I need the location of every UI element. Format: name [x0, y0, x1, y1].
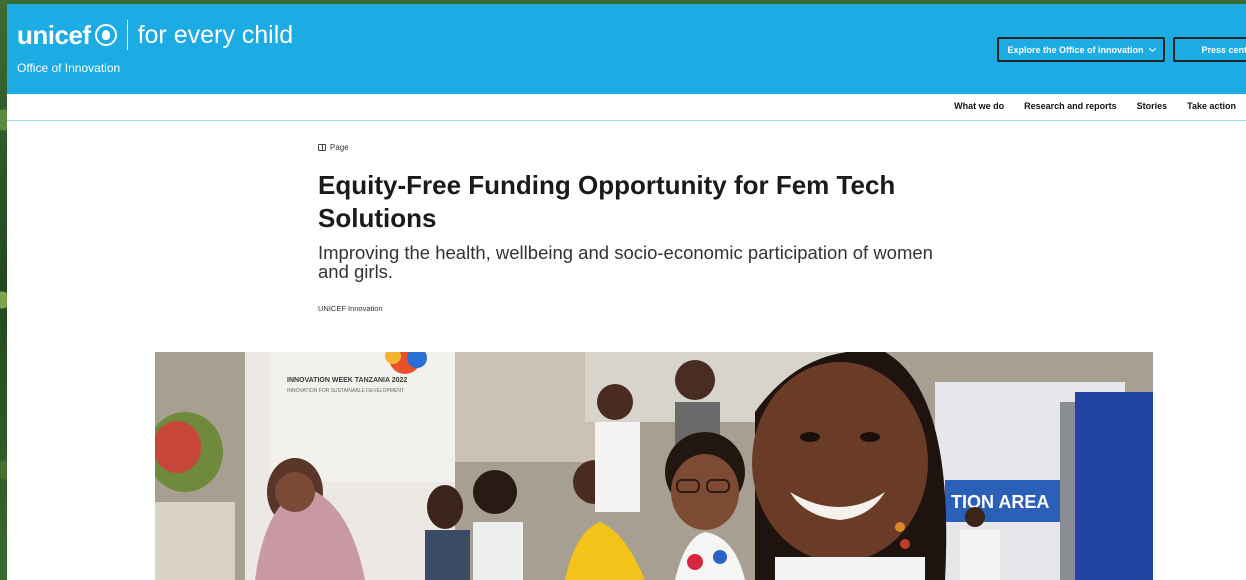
nav-stories[interactable]: Stories: [1137, 101, 1168, 111]
content-type-tag: Page: [318, 143, 349, 152]
nav-what-we-do[interactable]: What we do: [954, 101, 1004, 111]
area-sign: TION AREA: [945, 480, 1065, 522]
nav-research-reports[interactable]: Research and reports: [1024, 101, 1117, 111]
unicef-emblem-icon: [94, 24, 117, 46]
page-icon: [318, 144, 326, 151]
press-centre-label: Press cent: [1201, 44, 1246, 55]
page-subtitle: Improving the health, wellbeing and soci…: [318, 242, 933, 282]
brand-name: unicef: [17, 20, 91, 50]
banner-subtext: INNOVATION FOR SUSTAINABLE DEVELOPMENT: [287, 388, 404, 394]
secondary-nav-items: What we do Research and reports Stories …: [954, 101, 1236, 111]
logo-divider: [126, 20, 128, 50]
secondary-nav: What we do Research and reports Stories …: [7, 94, 1246, 121]
browser-page: unicef for every child Office of Innovat…: [7, 4, 1246, 580]
explore-office-label: Explore the Office of innovation: [1007, 44, 1144, 55]
page-title: Equity-Free Funding Opportunity for Fem …: [318, 170, 896, 233]
site-header: unicef for every child Office of Innovat…: [7, 4, 1246, 94]
hero-photo: INNOVATION WEEK TANZANIA 2022 INNOVATION…: [155, 352, 1153, 580]
nav-take-action[interactable]: Take action: [1187, 101, 1236, 111]
office-label[interactable]: Office of Innovation: [17, 61, 120, 75]
area-sign-text: TION AREA: [951, 492, 1049, 512]
content-type-label: Page: [330, 143, 349, 152]
explore-office-button[interactable]: Explore the Office of innovation: [997, 37, 1165, 62]
press-centre-button[interactable]: Press cent: [1173, 37, 1246, 62]
brand-tagline: for every child: [137, 21, 294, 49]
banner-text: INNOVATION WEEK TANZANIA 2022: [287, 377, 407, 384]
chevron-down-icon: [1148, 44, 1156, 52]
author-byline: UNICEF Innovation: [318, 304, 383, 313]
hero-photo-illustration: INNOVATION WEEK TANZANIA 2022 INNOVATION…: [155, 352, 1153, 580]
unicef-logo[interactable]: unicef for every child: [17, 18, 293, 52]
